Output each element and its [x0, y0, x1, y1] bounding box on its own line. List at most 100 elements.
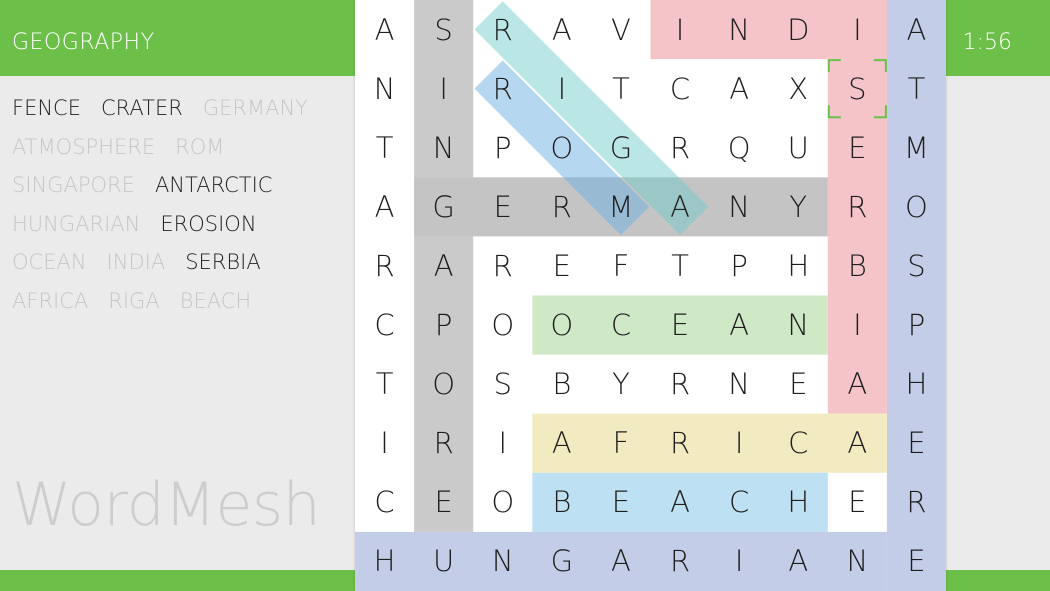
grid-cell[interactable]: F [591, 414, 650, 473]
grid-cell[interactable]: O [473, 473, 532, 532]
grid-cell[interactable]: S [473, 355, 532, 414]
grid-cell[interactable]: P [414, 296, 473, 355]
grid-cell[interactable]: P [473, 118, 532, 177]
grid-cell[interactable]: I [473, 414, 532, 473]
grid-cell[interactable]: H [769, 473, 828, 532]
grid-cell[interactable]: O [532, 296, 591, 355]
grid-cell[interactable]: R [414, 414, 473, 473]
grid-cell[interactable]: R [828, 177, 887, 236]
grid-cell[interactable]: A [591, 532, 650, 591]
grid-cell[interactable]: R [887, 473, 946, 532]
grid-cell[interactable]: R [651, 118, 710, 177]
grid-cell[interactable]: A [651, 473, 710, 532]
grid-cell[interactable]: N [710, 0, 769, 59]
grid-cell[interactable]: O [887, 177, 946, 236]
grid-cell[interactable]: N [828, 532, 887, 591]
grid-cell[interactable]: E [828, 118, 887, 177]
grid-cell[interactable]: A [532, 414, 591, 473]
grid-cell[interactable]: V [591, 0, 650, 59]
grid-cell[interactable]: A [414, 236, 473, 295]
grid-cell[interactable]: N [355, 59, 414, 118]
grid-cell[interactable]: I [532, 59, 591, 118]
grid-cell[interactable]: E [414, 473, 473, 532]
grid-cell[interactable]: I [828, 0, 887, 59]
grid-cell[interactable]: O [532, 118, 591, 177]
grid-cell[interactable]: R [651, 355, 710, 414]
grid-cell[interactable]: S [828, 59, 887, 118]
grid-cell[interactable]: I [355, 414, 414, 473]
grid-cell[interactable]: E [887, 414, 946, 473]
grid-cell[interactable]: O [473, 296, 532, 355]
grid-cell[interactable]: R [651, 532, 710, 591]
grid-cell[interactable]: N [414, 118, 473, 177]
grid-cell[interactable]: C [651, 59, 710, 118]
grid-cell[interactable]: Q [710, 118, 769, 177]
grid-cell[interactable]: B [532, 473, 591, 532]
grid-cell[interactable]: C [710, 473, 769, 532]
grid-cell[interactable]: C [769, 414, 828, 473]
grid-cell[interactable]: E [591, 473, 650, 532]
grid-cell[interactable]: Y [591, 355, 650, 414]
grid-cell[interactable]: E [532, 236, 591, 295]
grid-cell[interactable]: E [769, 355, 828, 414]
grid-cell[interactable]: N [473, 532, 532, 591]
grid-cell[interactable]: I [710, 532, 769, 591]
grid-cell[interactable]: R [532, 177, 591, 236]
grid-cell[interactable]: S [414, 0, 473, 59]
grid-cell[interactable]: I [414, 59, 473, 118]
grid-cell[interactable]: E [473, 177, 532, 236]
grid-cell[interactable]: G [591, 118, 650, 177]
grid-cell[interactable]: F [591, 236, 650, 295]
grid-cell[interactable]: P [887, 296, 946, 355]
grid-cell[interactable]: N [769, 296, 828, 355]
grid-cell[interactable]: M [591, 177, 650, 236]
grid-cell[interactable]: A [887, 0, 946, 59]
grid-cell[interactable]: A [710, 59, 769, 118]
grid-cell[interactable]: T [591, 59, 650, 118]
grid-cell[interactable]: D [769, 0, 828, 59]
grid-cell[interactable]: R [473, 59, 532, 118]
grid-cell[interactable]: A [355, 0, 414, 59]
grid-cell[interactable]: A [532, 0, 591, 59]
grid-cell[interactable]: H [355, 532, 414, 591]
grid-cell[interactable]: C [591, 296, 650, 355]
grid-cell[interactable]: G [532, 532, 591, 591]
grid-cell[interactable]: E [828, 473, 887, 532]
grid-cell[interactable]: T [355, 118, 414, 177]
grid-cell[interactable]: I [651, 0, 710, 59]
grid-cell[interactable]: N [710, 355, 769, 414]
grid-cell[interactable]: T [355, 355, 414, 414]
grid-cell[interactable]: M [887, 118, 946, 177]
grid-cell[interactable]: O [414, 355, 473, 414]
grid-cell[interactable]: I [710, 414, 769, 473]
grid-cell[interactable]: B [532, 355, 591, 414]
grid-cell[interactable]: R [355, 236, 414, 295]
grid-cell[interactable]: E [887, 532, 946, 591]
grid-cell[interactable]: Y [769, 177, 828, 236]
grid-cell[interactable]: A [769, 532, 828, 591]
grid-cell[interactable]: E [651, 296, 710, 355]
grid-cell[interactable]: A [828, 355, 887, 414]
grid-cell[interactable]: A [710, 296, 769, 355]
grid-cell[interactable]: I [828, 296, 887, 355]
grid-cell[interactable]: B [828, 236, 887, 295]
grid-cell[interactable]: A [651, 177, 710, 236]
grid-cell[interactable]: C [355, 473, 414, 532]
grid-cell[interactable]: U [414, 532, 473, 591]
grid-cell[interactable]: H [887, 355, 946, 414]
grid-cell[interactable]: N [710, 177, 769, 236]
grid-cell[interactable]: R [651, 414, 710, 473]
puzzle-grid[interactable]: ASRAVINDIANIRITCAXSTTNPOGRQUEMAGERMANYRO… [355, 0, 946, 591]
grid-cell[interactable]: H [769, 236, 828, 295]
grid-cell[interactable]: R [473, 0, 532, 59]
grid-cell[interactable]: A [828, 414, 887, 473]
grid-cell[interactable]: G [414, 177, 473, 236]
grid-cell[interactable]: A [355, 177, 414, 236]
grid-cell[interactable]: P [710, 236, 769, 295]
grid-cell[interactable]: S [887, 236, 946, 295]
grid-cell[interactable]: T [887, 59, 946, 118]
grid-cell[interactable]: X [769, 59, 828, 118]
grid-cell[interactable]: R [473, 236, 532, 295]
grid-cell[interactable]: T [651, 236, 710, 295]
grid-cell[interactable]: U [769, 118, 828, 177]
